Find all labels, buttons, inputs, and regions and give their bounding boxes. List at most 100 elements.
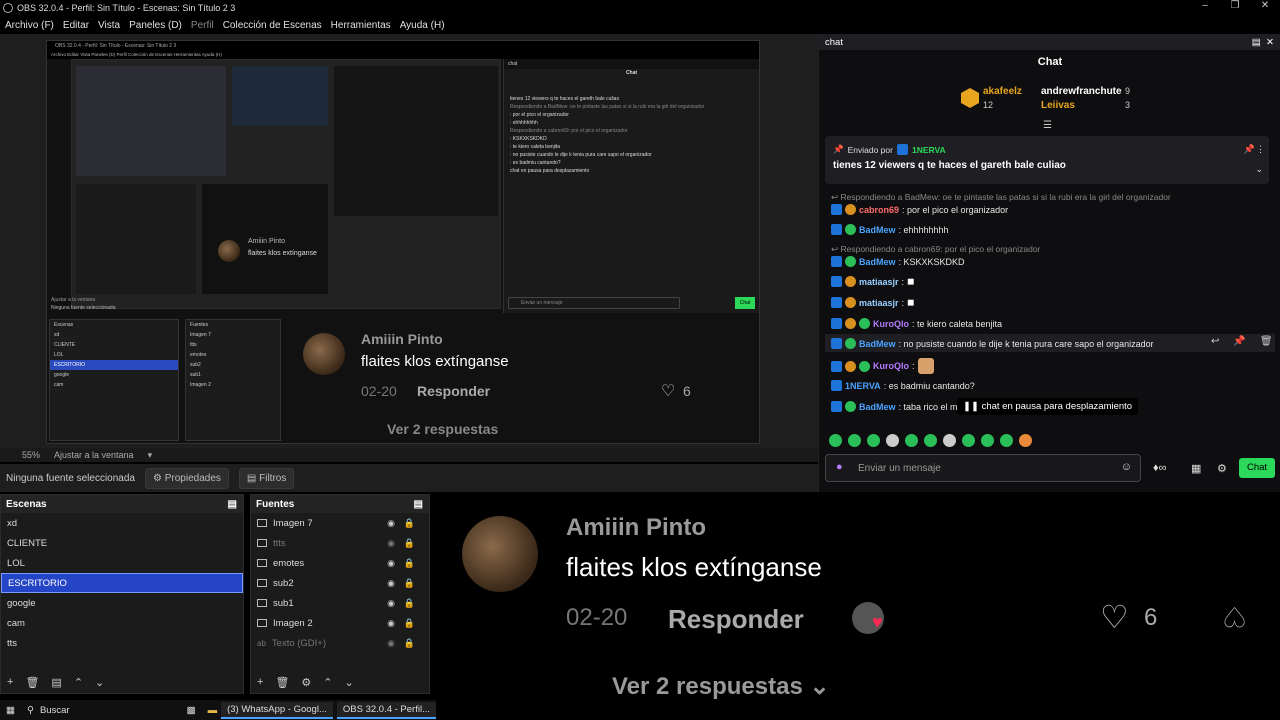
emote-icon[interactable]: [886, 434, 899, 447]
menu-edit[interactable]: Editar: [63, 20, 89, 31]
chat-message[interactable]: matiaasjr: ◼: [831, 276, 915, 287]
emote-icon[interactable]: [1019, 434, 1032, 447]
unpin-icon[interactable]: 📌: [1244, 144, 1255, 155]
emote-icon[interactable]: [962, 434, 975, 447]
float-icon[interactable]: ▤: [1252, 37, 1261, 48]
chat-message[interactable]: BadMew: taba rico el m: [831, 401, 958, 412]
emote-icon[interactable]: [867, 434, 880, 447]
chat-user[interactable]: 1NERVA: [845, 381, 881, 391]
chat-user[interactable]: cabron69: [859, 205, 899, 215]
eye-icon[interactable]: ◉: [387, 518, 395, 529]
chat-user[interactable]: BadMew: [859, 257, 896, 267]
chat-user[interactable]: BadMew: [859, 225, 896, 235]
menu-file[interactable]: Archivo (F): [5, 20, 54, 31]
emoji-icon[interactable]: ☺: [1121, 461, 1132, 473]
eye-hidden-icon[interactable]: ◉: [387, 538, 395, 549]
source-item[interactable]: sub2 ◉ 🔒: [251, 573, 429, 593]
close-icon[interactable]: ✕: [1266, 37, 1274, 48]
source-item[interactable]: emotes ◉ 🔒: [251, 553, 429, 573]
chat-message[interactable]: BadMew: KSKXKSKDKD: [831, 256, 965, 267]
move-up-icon[interactable]: ⌃: [74, 676, 83, 689]
zoom-level[interactable]: 55%: [22, 450, 40, 460]
add-source-icon[interactable]: +: [257, 676, 263, 688]
collapse-icon[interactable]: ☰: [1043, 120, 1052, 131]
minimize-button[interactable]: –: [1190, 0, 1220, 11]
bits-icon[interactable]: ♦∞: [1153, 462, 1166, 474]
lock-icon[interactable]: 🔒: [404, 618, 415, 629]
menu-tools[interactable]: Herramientas: [331, 20, 391, 31]
obs-task[interactable]: OBS 32.0.4 - Perfil...: [336, 701, 436, 719]
zoom-dropdown-icon[interactable]: ▾: [148, 450, 153, 461]
preview-canvas[interactable]: OBS 32.0.4 - Perfil: Sin Título - Escena…: [0, 34, 818, 448]
windows-icon[interactable]: ▦: [6, 705, 15, 716]
search-icon[interactable]: ⚲: [27, 705, 34, 716]
delete-icon[interactable]: 🗑: [1260, 336, 1273, 347]
eye-icon[interactable]: ◉: [387, 618, 395, 629]
chat-user[interactable]: BadMew: [859, 339, 896, 349]
lock-icon[interactable]: 🔒: [404, 578, 415, 589]
scene-item[interactable]: xd: [1, 513, 243, 533]
chat-user[interactable]: KuroQlo: [873, 319, 909, 329]
more-icon[interactable]: ⋮: [1256, 144, 1265, 155]
scene-item[interactable]: CLIENTE: [1, 533, 243, 553]
move-down-icon[interactable]: ⌄: [95, 676, 104, 689]
settings-icon[interactable]: ⚙: [1217, 462, 1227, 475]
reply-button[interactable]: Responder: [668, 604, 804, 635]
eye-icon[interactable]: ◉: [387, 558, 395, 569]
emote-icon[interactable]: [981, 434, 994, 447]
chat-message-hovered[interactable]: BadMew: no pusiste cuando le dije k teni…: [831, 338, 1154, 349]
lock-icon[interactable]: 🔒: [404, 638, 415, 649]
eye-hidden-icon[interactable]: ◉: [387, 638, 395, 649]
source-item[interactable]: sub1 ◉ 🔒: [251, 593, 429, 613]
chat-input[interactable]: ● Enviar un mensaje ☺: [825, 454, 1141, 482]
remove-source-icon[interactable]: 🗑: [275, 676, 289, 689]
like-icon[interactable]: ♡: [1100, 598, 1129, 636]
chat-message[interactable]: KuroQlo:: [831, 358, 934, 374]
dislike-icon[interactable]: ♡: [1222, 600, 1247, 633]
folder-icon[interactable]: ▬: [208, 705, 218, 716]
pin-icon[interactable]: 📌: [1233, 336, 1245, 347]
source-item[interactable]: Imagen 2 ◉ 🔒: [251, 613, 429, 633]
eye-icon[interactable]: ◉: [387, 598, 395, 609]
scene-item-selected[interactable]: ESCRITORIO: [1, 573, 243, 593]
chat-message[interactable]: BadMew: ehhhhhhhh: [831, 224, 949, 235]
zoom-fit[interactable]: Ajustar a la ventana: [54, 450, 134, 460]
move-up-icon[interactable]: ⌃: [323, 676, 332, 689]
source-item[interactable]: ttts ◉ 🔒: [251, 533, 429, 553]
scene-filter-icon[interactable]: ▤: [51, 676, 61, 689]
dock-float-icon[interactable]: ▤: [228, 499, 237, 510]
scene-item[interactable]: tts: [1, 633, 243, 653]
mic-icon[interactable]: ●: [836, 461, 843, 473]
chat-message[interactable]: cabron69: por el pico el organizador: [831, 204, 1008, 215]
lock-icon[interactable]: 🔒: [404, 558, 415, 569]
eye-icon[interactable]: ◉: [387, 578, 395, 589]
lock-icon[interactable]: 🔒: [404, 598, 415, 609]
lock-icon[interactable]: 🔒: [404, 518, 415, 529]
reply-icon[interactable]: ↩: [1211, 336, 1219, 347]
filters-button[interactable]: ▤ Filtros: [238, 467, 295, 489]
chat-message[interactable]: matiaasjr: ◼: [831, 297, 915, 308]
task-view-icon[interactable]: ▩: [187, 705, 196, 716]
emote-icon[interactable]: [1000, 434, 1013, 447]
taskbar-search[interactable]: Buscar: [40, 705, 147, 716]
properties-button[interactable]: ⚙ Propiedades: [144, 467, 229, 489]
menu-scene-collection[interactable]: Colección de Escenas: [223, 20, 322, 31]
add-scene-icon[interactable]: +: [7, 676, 13, 688]
send-chat-button[interactable]: Chat: [1239, 458, 1275, 478]
comment-user[interactable]: Amiiin Pinto: [566, 514, 706, 542]
emote-icon[interactable]: [848, 434, 861, 447]
dock-float-icon[interactable]: ▤: [414, 499, 423, 510]
scene-item[interactable]: google: [1, 593, 243, 613]
menu-view[interactable]: Vista: [98, 20, 120, 31]
source-item[interactable]: ab Texto (GDI+) ◉ 🔒: [251, 633, 429, 653]
chat-user[interactable]: KuroQlo: [873, 361, 909, 371]
store-icon[interactable]: ▦: [1191, 462, 1201, 475]
move-down-icon[interactable]: ⌄: [345, 676, 354, 689]
scene-item[interactable]: LOL: [1, 553, 243, 573]
chat-message[interactable]: KuroQlo: te kiero caleta benjita: [831, 318, 1002, 329]
source-item[interactable]: Imagen 7 ◉ 🔒: [251, 513, 429, 533]
chat-message[interactable]: 1NERVA: es badmiu cantando?: [831, 380, 975, 391]
whatsapp-task[interactable]: (3) WhatsApp - Googl...: [221, 701, 333, 719]
close-button[interactable]: ✕: [1250, 0, 1280, 11]
emote-icon[interactable]: [905, 434, 918, 447]
